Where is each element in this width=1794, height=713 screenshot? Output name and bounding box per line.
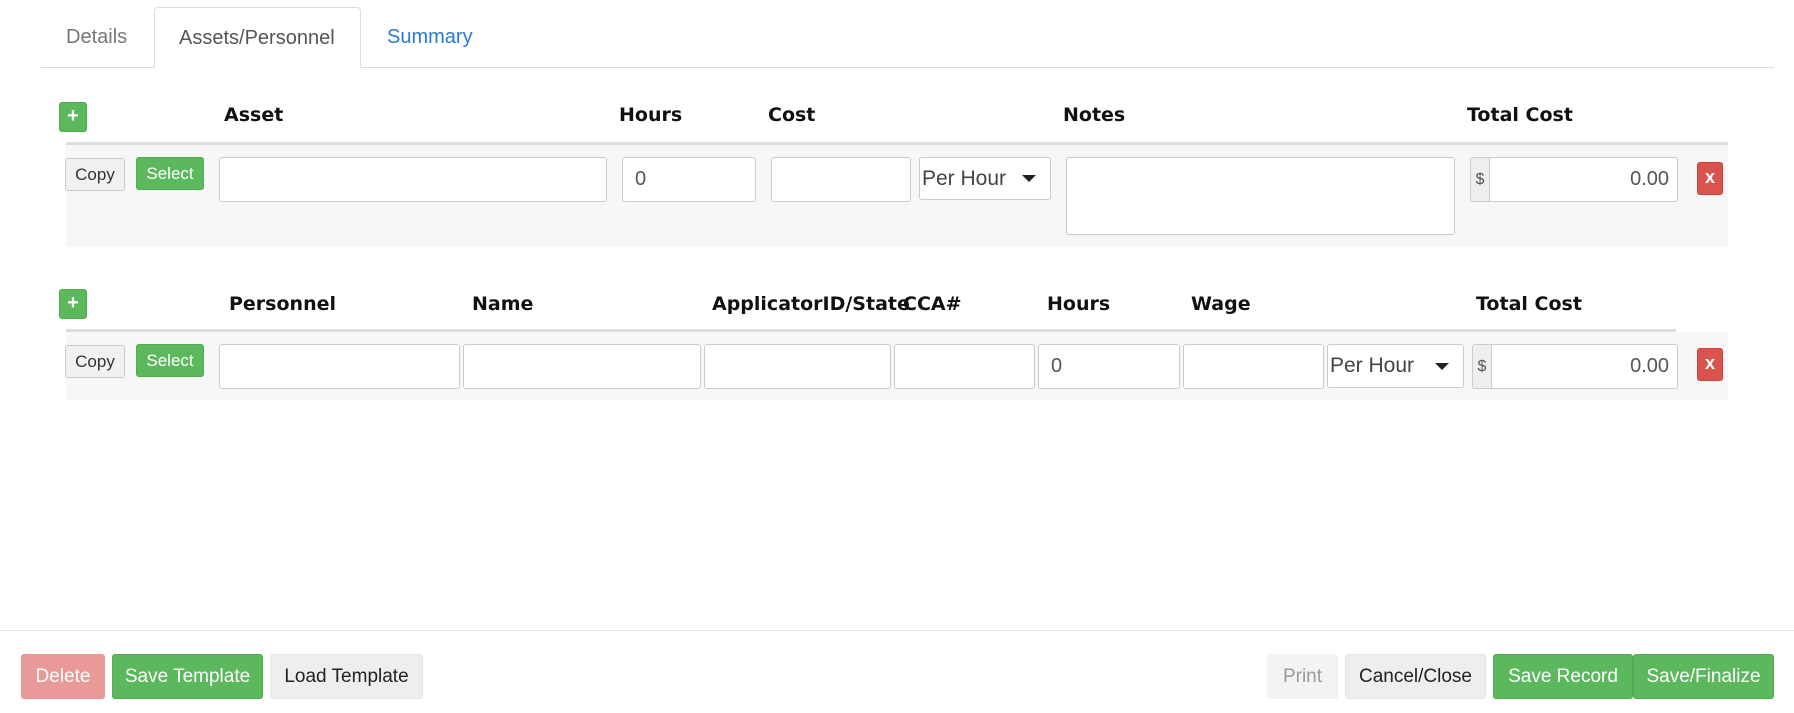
name-column-header: Name bbox=[472, 293, 534, 315]
cancel-close-button[interactable]: Cancel/Close bbox=[1345, 654, 1486, 699]
chevron-down-icon bbox=[1022, 175, 1036, 182]
personnel-total-cost-value: 0.00 bbox=[1630, 355, 1669, 377]
asset-notes-textarea[interactable] bbox=[1066, 157, 1455, 235]
asset-total-cost-field: $ 0.00 bbox=[1470, 157, 1678, 202]
save-finalize-button[interactable]: Save/Finalize bbox=[1633, 654, 1774, 699]
applicator-id-input[interactable] bbox=[704, 344, 891, 389]
tab-details[interactable]: Details bbox=[42, 7, 151, 68]
remove-personnel-button[interactable]: x bbox=[1697, 348, 1723, 381]
add-asset-button[interactable]: + bbox=[59, 102, 87, 132]
asset-total-cost-value: 0.00 bbox=[1630, 168, 1669, 190]
personnel-hours-column-header: Hours bbox=[1047, 293, 1111, 315]
footer-divider bbox=[0, 630, 1794, 631]
asset-cost-input[interactable] bbox=[771, 157, 911, 202]
personnel-column-header: Personnel bbox=[229, 293, 336, 315]
add-personnel-button[interactable]: + bbox=[59, 289, 87, 319]
load-template-button[interactable]: Load Template bbox=[270, 654, 423, 699]
asset-rate-unit-select[interactable]: Per Hour bbox=[919, 157, 1051, 200]
wage-column-header: Wage bbox=[1191, 293, 1251, 315]
total-cost-column-header: Total Cost bbox=[1467, 104, 1573, 126]
personnel-rate-unit-select[interactable]: Per Hour bbox=[1327, 344, 1464, 388]
copy-asset-button[interactable]: Copy bbox=[65, 158, 125, 191]
tab-assets-personnel[interactable]: Assets/Personnel bbox=[154, 7, 361, 68]
remove-asset-button[interactable]: x bbox=[1697, 162, 1723, 195]
chevron-down-icon bbox=[1435, 362, 1449, 370]
select-personnel-button[interactable]: Select bbox=[136, 344, 204, 377]
asset-input[interactable] bbox=[219, 157, 607, 202]
personnel-rate-unit-value: Per Hour bbox=[1330, 354, 1415, 377]
applicator-column-header: ApplicatorID/State bbox=[712, 293, 910, 315]
tab-summary[interactable]: Summary bbox=[363, 7, 497, 68]
name-input[interactable] bbox=[463, 344, 701, 389]
hours-column-header: Hours bbox=[619, 104, 683, 126]
currency-addon: $ bbox=[1471, 158, 1490, 201]
save-record-button[interactable]: Save Record bbox=[1493, 654, 1633, 699]
cca-number-input[interactable] bbox=[894, 344, 1035, 389]
save-template-button[interactable]: Save Template bbox=[112, 654, 263, 699]
personnel-hours-input[interactable]: 0 bbox=[1038, 344, 1180, 389]
asset-column-header: Asset bbox=[224, 104, 284, 126]
print-button[interactable]: Print bbox=[1267, 654, 1338, 699]
delete-button[interactable]: Delete bbox=[21, 654, 105, 699]
currency-addon: $ bbox=[1473, 345, 1492, 388]
copy-personnel-button[interactable]: Copy bbox=[65, 345, 125, 378]
notes-column-header: Notes bbox=[1063, 104, 1126, 126]
select-asset-button[interactable]: Select bbox=[136, 157, 204, 190]
asset-rate-unit-value: Per Hour bbox=[922, 166, 1007, 190]
personnel-total-cost-field: $ 0.00 bbox=[1472, 344, 1678, 389]
asset-hours-input[interactable]: 0 bbox=[622, 157, 756, 202]
personnel-total-cost-column-header: Total Cost bbox=[1476, 293, 1582, 315]
personnel-input[interactable] bbox=[219, 344, 460, 389]
cost-column-header: Cost bbox=[768, 104, 816, 126]
wage-input[interactable] bbox=[1183, 344, 1324, 389]
cca-column-header: CCA# bbox=[903, 293, 962, 315]
